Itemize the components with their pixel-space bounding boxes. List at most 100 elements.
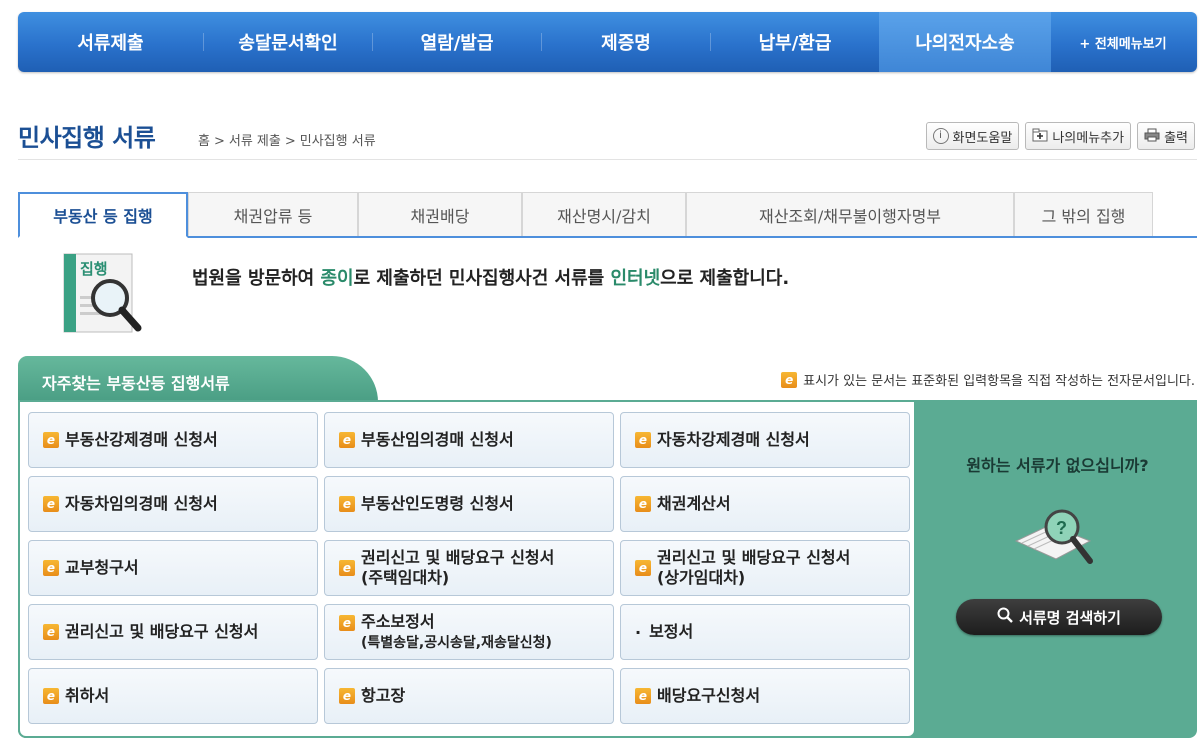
breadcrumb-separator: > [213,134,225,149]
doc-button[interactable]: e 항고장 [324,668,614,724]
doc-label-sub: (주택임대차) [361,568,450,587]
search-icon [997,607,1013,627]
help-button[interactable]: i 화면도움말 [925,122,1020,150]
title-row: 민사집행 서류 홈 > 서류 제출 > 민사집행 서류 i 화면도움말 나의메뉴추가 출… [18,118,1197,160]
e-document-icon: e [635,560,651,576]
e-document-icon: e [339,496,355,512]
doc-label-sub: (상가임대차) [657,568,746,587]
e-document-icon: e [781,371,798,388]
doc-button[interactable]: e 채권계산서 [620,476,910,532]
nav-item-certificate[interactable]: 제증명 [542,12,710,72]
tab-property-inquiry[interactable]: 재산조회/채무불이행자명부 [686,192,1014,236]
breadcrumb-separator: > [284,134,296,149]
doc-button[interactable]: e 취하서 [28,668,318,724]
nav-item-view-issue[interactable]: 열람/발급 [373,12,541,72]
doc-button[interactable]: e 권리신고 및 배당요구 신청서 (상가임대차) [620,540,910,596]
doc-label-sub: (특별송달,공시송달,재송달신청) [361,634,552,651]
doc-label-main: 권리신고 및 배당요구 신청서 [361,548,555,567]
legend-text: 표시가 있는 문서는 표준화된 입력항목을 직접 작성하는 전자문서입니다. [803,374,1195,389]
doc-label: 권리신고 및 배당요구 신청서 (상가임대차) [657,548,850,588]
doc-button[interactable]: e 부동산인도명령 신청서 [324,476,614,532]
nav-item-document-submit[interactable]: 서류제출 [18,12,203,72]
e-document-icon: e [339,615,355,631]
execution-icon-label: 집행 [80,260,108,278]
search-document-button[interactable]: 서류명 검색하기 [956,599,1162,635]
intro-text-2: 로 제출하던 민사집행사건 서류를 [353,268,611,289]
top-navigation: 서류제출 송달문서확인 열람/발급 제증명 납부/환급 나의전자소송 + 전체메… [18,12,1197,72]
tab-real-estate[interactable]: 부동산 등 집행 [18,192,188,238]
electronic-doc-legend: e 표시가 있는 문서는 표준화된 입력항목을 직접 작성하는 전자문서입니다. [781,370,1195,389]
e-document-icon: e [43,560,59,576]
breadcrumb-current: 민사집행 서류 [299,134,376,149]
e-document-icon: e [635,432,651,448]
missing-document-question: 원하는 서류가 없으십니까? [966,456,1149,475]
doc-label: 자동차임의경매 신청서 [65,494,218,513]
e-document-icon: e [43,496,59,512]
doc-button[interactable]: · 보정서 [620,604,910,660]
doc-label-main: 권리신고 및 배당요구 신청서 [657,548,851,567]
intro-text-3: 으로 제출합니다. [660,268,790,289]
nav-all-menu[interactable]: + 전체메뉴보기 [1051,12,1195,72]
tab-property-disclosure[interactable]: 재산명시/감치 [522,192,686,236]
tab-claim-seizure[interactable]: 채권압류 등 [188,192,358,236]
e-document-icon: e [43,624,59,640]
doc-button[interactable]: e 권리신고 및 배당요구 신청서 [28,604,318,660]
breadcrumb: 홈 > 서류 제출 > 민사집행 서류 [198,130,380,149]
doc-button[interactable]: e 배당요구신청서 [620,668,910,724]
doc-label-main: 주소보정서 [361,611,435,631]
doc-label: 부동산인도명령 신청서 [361,494,514,513]
section-title: 자주찾는 부동산등 집행서류 [18,356,378,402]
intro-text: 법원을 방문하여 종이로 제출하던 민사집행사건 서류를 인터넷으로 제출합니다… [192,264,789,290]
doc-button[interactable]: e 권리신고 및 배당요구 신청서 (주택임대차) [324,540,614,596]
page-title: 민사집행 서류 [18,123,156,152]
doc-button[interactable]: e 자동차강제경매 신청서 [620,412,910,468]
nav-item-payment-refund[interactable]: 납부/환급 [711,12,879,72]
doc-label: 채권계산서 [657,494,731,513]
doc-button[interactable]: e 부동산강제경매 신청서 [28,412,318,468]
execution-document-icon: 집행 [62,252,142,334]
nav-item-my-e-litigation[interactable]: 나의전자소송 [879,12,1051,72]
doc-label: 부동산강제경매 신청서 [65,430,218,449]
info-icon: i [932,128,949,144]
category-tabs: 부동산 등 집행 채권압류 등 채권배당 재산명시/감치 재산조회/채무불이행자… [18,192,1197,238]
intro-text-1: 법원을 방문하여 [192,268,321,289]
intro-highlight-internet: 인터넷 [610,268,661,289]
doc-label: 권리신고 및 배당요구 신청서 (주택임대차) [361,548,554,588]
doc-label: 배당요구신청서 [657,686,761,705]
doc-label: 자동차강제경매 신청서 [657,430,810,449]
add-my-menu-label: 나의메뉴추가 [1052,130,1125,146]
doc-label: 주소보정서 (특별송달,공시송달,재송달신청) [361,612,552,653]
add-my-menu-button[interactable]: 나의메뉴추가 [1025,122,1132,150]
breadcrumb-home[interactable]: 홈 [198,134,210,149]
e-document-icon: e [339,560,355,576]
document-search-illustration: ? [1010,497,1096,577]
breadcrumb-document-submit[interactable]: 서류 제출 [229,134,281,149]
print-button[interactable]: 출력 [1137,122,1195,150]
intro-highlight-paper: 종이 [320,268,354,289]
e-document-icon: e [635,688,651,704]
help-button-label: 화면도움말 [952,130,1013,146]
doc-button[interactable]: e 교부청구서 [28,540,318,596]
bullet-dot: · [635,622,642,642]
e-document-icon: e [635,496,651,512]
nav-item-service-check[interactable]: 송달문서확인 [204,12,372,72]
printer-icon [1144,128,1160,144]
search-document-label: 서류명 검색하기 [1019,608,1121,627]
doc-label: 권리신고 및 배당요구 신청서 [65,622,259,641]
doc-button[interactable]: e 주소보정서 (특별송달,공시송달,재송달신청) [324,604,614,660]
e-document-icon: e [339,432,355,448]
tab-other-execution[interactable]: 그 밖의 집행 [1014,192,1153,236]
page-tools: i 화면도움말 나의메뉴추가 출력 [925,122,1195,150]
print-button-label: 출력 [1164,130,1188,146]
doc-button[interactable]: e 부동산임의경매 신청서 [324,412,614,468]
doc-label: 보정서 [649,622,694,641]
doc-label: 취하서 [65,686,110,705]
svg-text:?: ? [1056,518,1067,538]
e-document-icon: e [339,688,355,704]
doc-label: 항고장 [361,686,406,705]
e-document-icon: e [43,688,59,704]
doc-button[interactable]: e 자동차임의경매 신청서 [28,476,318,532]
tab-claim-dividend[interactable]: 채권배당 [358,192,522,236]
add-folder-icon [1032,128,1048,144]
e-document-icon: e [43,432,59,448]
